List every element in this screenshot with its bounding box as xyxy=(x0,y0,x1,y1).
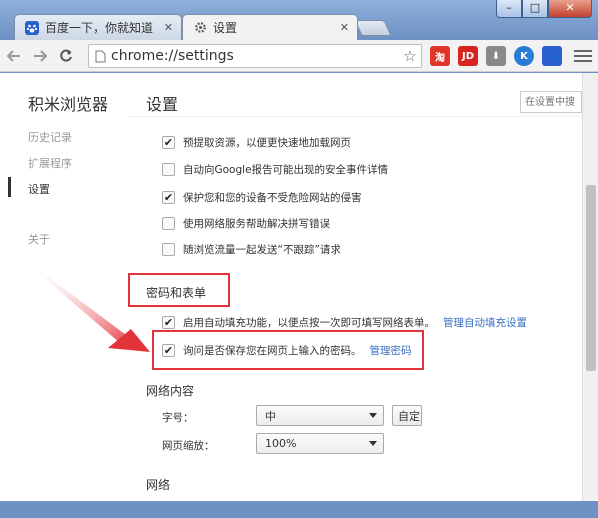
font-size-label: 字号： xyxy=(162,412,194,424)
toolbar: chrome://settings ☆ 淘 JD ⬇ K 🐾 xyxy=(0,40,598,72)
section-title-web-content: 网络内容 xyxy=(146,384,195,398)
scrollbar-thumb[interactable] xyxy=(586,185,596,371)
sidebar-item-about[interactable]: 关于 xyxy=(28,231,50,247)
search-input[interactable] xyxy=(520,91,582,113)
header-divider xyxy=(130,116,582,117)
ext-baidu-icon[interactable]: 🐾 xyxy=(542,46,562,66)
close-tab-icon[interactable]: ✕ xyxy=(164,21,173,34)
checkbox[interactable] xyxy=(162,243,175,256)
new-tab-button[interactable] xyxy=(354,20,392,36)
checkbox[interactable]: ✔ xyxy=(162,191,175,204)
setting-label: 启用自动填充功能，以便点按一次即可填写网络表单。 xyxy=(183,317,435,329)
maximize-button[interactable]: □ xyxy=(522,0,548,18)
checkbox[interactable] xyxy=(162,163,175,176)
setting-autofill[interactable]: ✔ 启用自动填充功能，以便点按一次即可填写网络表单。 管理自动填充设置 xyxy=(162,315,527,330)
selected-indicator xyxy=(8,177,11,197)
forward-icon[interactable] xyxy=(28,44,52,68)
tab-title: 百度一下，你就知道 xyxy=(45,21,154,35)
setting-label: 自动向Google报告可能出现的安全事件详情 xyxy=(183,164,389,176)
ext-download-icon[interactable]: ⬇ xyxy=(486,46,506,66)
select-value: 100% xyxy=(265,437,297,450)
font-size-select[interactable]: 中 xyxy=(256,405,384,426)
checkbox[interactable]: ✔ xyxy=(162,136,175,149)
checkbox[interactable]: ✔ xyxy=(162,316,175,329)
tab-settings[interactable]: 设置 ✕ xyxy=(182,14,358,40)
window-controls: – □ ✕ xyxy=(496,0,592,18)
minimize-button[interactable]: – xyxy=(496,0,522,18)
app-title: 积米浏览器 xyxy=(28,95,109,114)
vertical-scrollbar[interactable] xyxy=(582,73,598,501)
menu-icon[interactable] xyxy=(574,46,592,66)
setting-spelling-service[interactable]: 使用网络服务帮助解决拼写错误 xyxy=(162,216,330,231)
annotation-box xyxy=(152,330,424,370)
setting-label: 保护您和您的设备不受危险网站的侵害 xyxy=(183,192,362,204)
ext-jd-icon[interactable]: JD xyxy=(458,46,478,66)
setting-do-not-track[interactable]: 随浏览流量一起发送“不跟踪”请求 xyxy=(162,242,341,257)
annotation-box xyxy=(128,273,230,307)
close-tab-icon[interactable]: ✕ xyxy=(340,21,349,34)
url-text: chrome://settings xyxy=(111,48,234,64)
tab-strip: – □ ✕ 百度一下，你就知道 ✕ 设置 ✕ xyxy=(0,0,598,40)
paw-icon xyxy=(25,20,39,35)
setting-safe-browsing[interactable]: ✔ 保护您和您的设备不受危险网站的侵害 xyxy=(162,190,362,205)
section-title-network: 网络 xyxy=(146,478,171,492)
page-title: 设置 xyxy=(146,95,179,114)
settings-page: 积米浏览器 历史记录 扩展程序 设置 关于 设置 ✔ 预提取资源，以便更快速地加… xyxy=(0,73,582,501)
sidebar: 积米浏览器 历史记录 扩展程序 设置 关于 xyxy=(0,73,130,501)
tab-title: 设置 xyxy=(213,21,238,35)
manage-autofill-link[interactable]: 管理自动填充设置 xyxy=(443,315,527,330)
ext-k-icon[interactable]: K xyxy=(514,46,534,66)
page-icon xyxy=(89,50,111,63)
back-icon[interactable] xyxy=(2,44,26,68)
sidebar-item-settings[interactable]: 设置 xyxy=(28,181,50,197)
gear-icon xyxy=(193,21,207,35)
close-window-button[interactable]: ✕ xyxy=(548,0,592,18)
setting-label: 随浏览流量一起发送“不跟踪”请求 xyxy=(183,244,341,256)
browser-window: – □ ✕ 百度一下，你就知道 ✕ 设置 ✕ chrome://settings… xyxy=(0,0,598,518)
checkbox[interactable] xyxy=(162,217,175,230)
address-bar[interactable]: chrome://settings ☆ xyxy=(88,44,422,68)
setting-label: 使用网络服务帮助解决拼写错误 xyxy=(183,218,330,230)
window-bottom-border xyxy=(0,501,598,518)
setting-prefetch[interactable]: ✔ 预提取资源，以便更快速地加载网页 xyxy=(162,135,351,150)
ext-taobao-icon[interactable]: 淘 xyxy=(430,46,450,66)
tab-baidu[interactable]: 百度一下，你就知道 ✕ xyxy=(14,14,182,40)
customize-fonts-button[interactable]: 自定 xyxy=(392,405,422,426)
page-zoom-label: 网页缩放： xyxy=(162,440,215,452)
sidebar-item-extensions[interactable]: 扩展程序 xyxy=(28,155,72,171)
reload-icon[interactable] xyxy=(54,44,78,68)
bookmark-star-icon[interactable]: ☆ xyxy=(399,47,421,65)
setting-label: 预提取资源，以便更快速地加载网页 xyxy=(183,137,351,149)
page-zoom-select[interactable]: 100% xyxy=(256,433,384,454)
select-value: 中 xyxy=(265,409,276,423)
sidebar-item-history[interactable]: 历史记录 xyxy=(28,129,72,145)
setting-report-security[interactable]: 自动向Google报告可能出现的安全事件详情 xyxy=(162,162,388,177)
